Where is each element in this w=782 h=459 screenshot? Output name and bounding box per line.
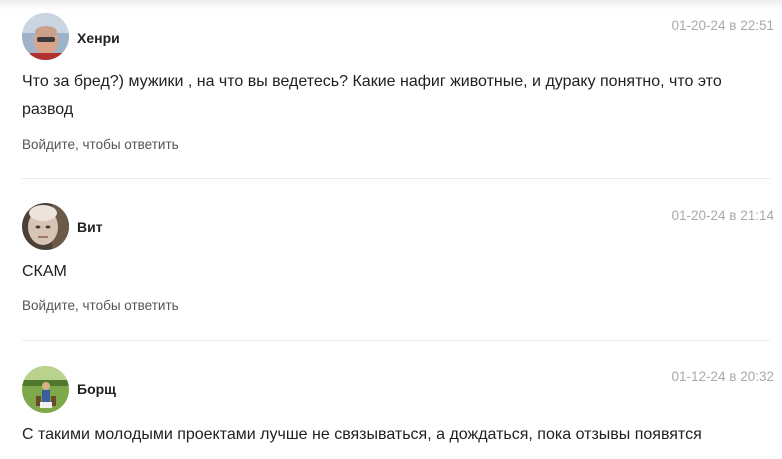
reply-login-link[interactable]: Войдите, чтобы ответить — [22, 137, 179, 152]
comment-text: С такими молодыми проектами лучше не свя… — [22, 426, 702, 443]
comment-date: 01-20-24 в 22:51 — [671, 18, 775, 33]
avatar[interactable] — [22, 13, 69, 60]
comment-text: СКАМ — [22, 263, 67, 280]
comment-divider — [22, 340, 770, 341]
avatar[interactable] — [22, 203, 69, 250]
comment-date: 01-12-24 в 20:32 — [671, 369, 775, 384]
comment-divider — [22, 178, 770, 179]
header-shadow — [0, 0, 782, 10]
comment-date: 01-20-24 в 21:14 — [671, 208, 775, 223]
comment-author[interactable]: Вит — [77, 219, 103, 235]
comment-text: Что за бред?) мужики , на что вы ведетес… — [22, 73, 722, 118]
comment-author[interactable]: Борщ — [77, 381, 116, 397]
avatar[interactable] — [22, 366, 69, 413]
comment-author[interactable]: Хенри — [77, 30, 120, 46]
reply-login-link[interactable]: Войдите, чтобы ответить — [22, 298, 179, 313]
